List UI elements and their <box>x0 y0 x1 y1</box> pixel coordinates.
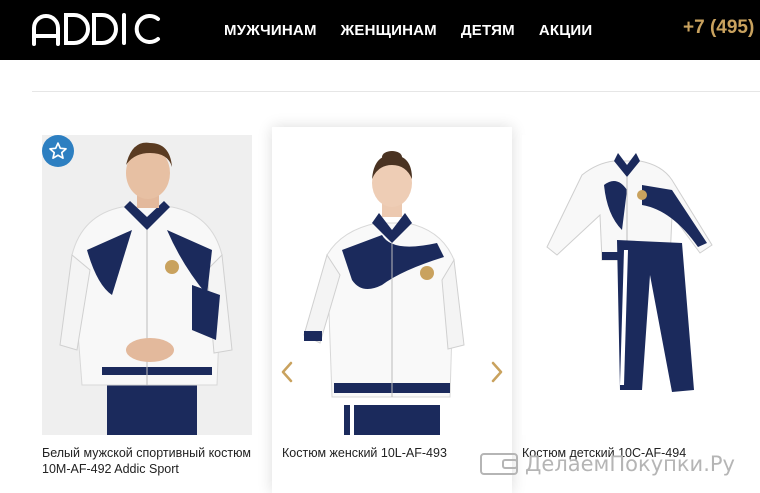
woman-tracksuit-photo[interactable] <box>272 135 512 435</box>
man-tracksuit-image <box>42 135 252 435</box>
nav-sales[interactable]: АКЦИИ <box>539 22 593 39</box>
divider <box>32 91 760 92</box>
product-card[interactable]: Костюм детский 10C-AF-494 <box>522 135 760 460</box>
watermark-text: ДелаемПокупки.Ру <box>525 452 735 476</box>
top-navigation-bar: МУЖЧИНАМ ЖЕНЩИНАМ ДЕТЯМ АКЦИИ +7 (495) <box>0 0 760 60</box>
kids-tracksuit-image <box>522 135 732 435</box>
main-nav: МУЖЧИНАМ ЖЕНЩИНАМ ДЕТЯМ АКЦИИ <box>224 0 592 60</box>
kids-tracksuit-photo[interactable] <box>522 135 732 435</box>
nav-men[interactable]: МУЖЧИНАМ <box>224 22 317 39</box>
product-card[interactable]: Белый мужской спортивный костюм 10M-AF-4… <box>42 135 252 476</box>
phone-number[interactable]: +7 (495) <box>683 17 754 39</box>
woman-tracksuit-image <box>272 135 512 435</box>
prev-arrow-icon[interactable] <box>280 361 294 383</box>
product-card-active[interactable]: Костюм женский 10L-AF-493 <box>272 127 512 493</box>
nav-women[interactable]: ЖЕНЩИНАМ <box>341 22 437 39</box>
man-tracksuit-photo[interactable] <box>42 135 252 435</box>
product-title[interactable]: Белый мужской спортивный костюм 10M-AF-4… <box>42 445 257 477</box>
nav-kids[interactable]: ДЕТЯМ <box>461 22 515 39</box>
wallet-icon <box>480 453 518 475</box>
product-title[interactable]: Костюм женский 10L-AF-493 <box>282 445 507 461</box>
watermark: ДелаемПокупки.Ру <box>479 449 735 479</box>
favorite-button[interactable] <box>42 135 74 167</box>
star-icon <box>49 142 67 159</box>
addic-logo[interactable] <box>30 12 162 46</box>
next-arrow-icon[interactable] <box>490 361 504 383</box>
